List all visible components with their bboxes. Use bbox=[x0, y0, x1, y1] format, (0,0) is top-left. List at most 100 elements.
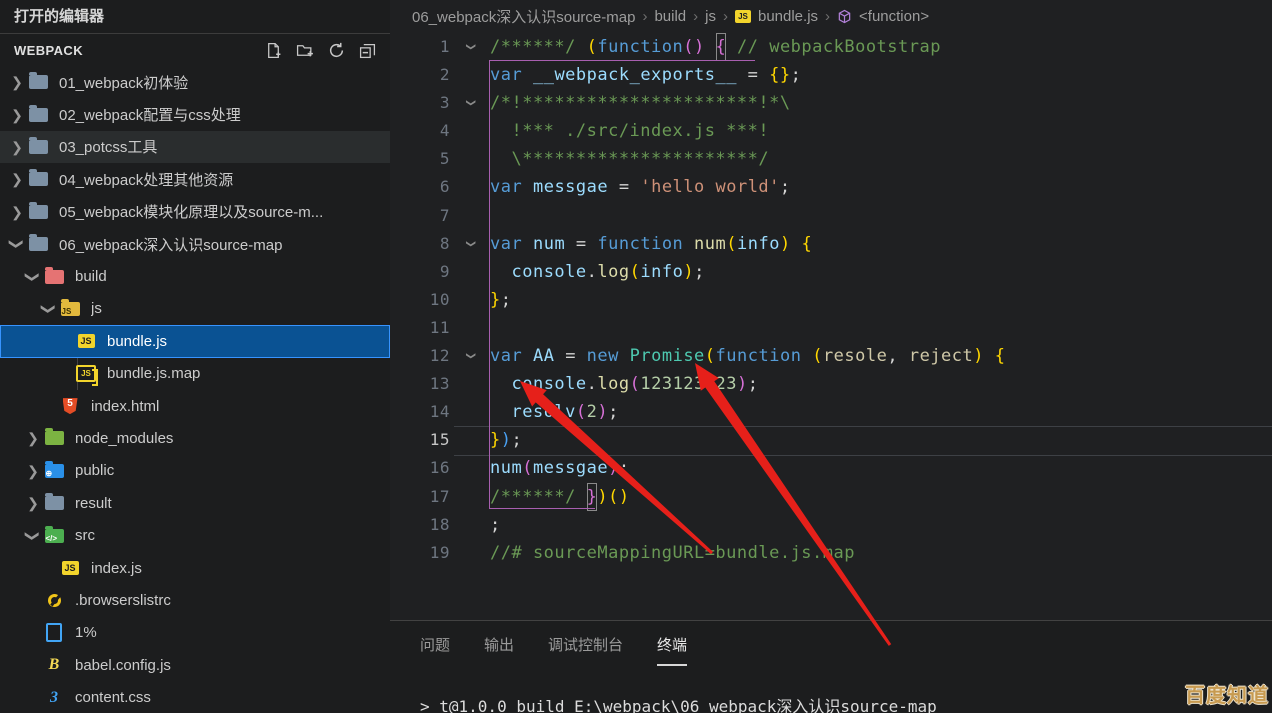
chevron-expanded-icon[interactable]: ❯ bbox=[26, 527, 40, 545]
code-line-5[interactable]: 5 \**********************/ bbox=[390, 145, 1272, 173]
chevron-collapsed-icon[interactable]: ❯ bbox=[8, 108, 26, 122]
panel-tab-输出[interactable]: 输出 bbox=[484, 634, 514, 666]
tree-item-iconwrap bbox=[42, 594, 66, 607]
chevron-collapsed-icon[interactable]: ❯ bbox=[8, 75, 26, 89]
code-line-11[interactable]: 11 bbox=[390, 314, 1272, 342]
line-number: 5 bbox=[390, 145, 450, 173]
line-number: 17 bbox=[390, 483, 450, 511]
line-number: 13 bbox=[390, 370, 450, 398]
code-token: messgae bbox=[533, 173, 608, 201]
code-line-4[interactable]: 4 !*** ./src/index.js ***! bbox=[390, 117, 1272, 145]
code-line-13[interactable]: 13 console.log(123123123); bbox=[390, 370, 1272, 398]
tree-item-iconwrap bbox=[26, 140, 50, 154]
breadcrumb-item-4[interactable]: bundle.js bbox=[758, 8, 818, 25]
code-editor[interactable]: 1❯/******/ (function() { // webpackBoots… bbox=[390, 33, 1272, 567]
code-token: ( bbox=[705, 342, 716, 370]
fold-chevron-icon[interactable]: ❯ bbox=[450, 33, 490, 61]
folder-js-icon: JS bbox=[61, 302, 80, 316]
code-token: ) bbox=[597, 398, 608, 426]
code-line-19[interactable]: 19//# sourceMappingURL=bundle.js.map bbox=[390, 539, 1272, 567]
webpack-section-header[interactable]: WEBPACK bbox=[0, 34, 390, 67]
tree-item-label: index.js bbox=[91, 560, 142, 577]
tree-item-index.html[interactable]: 5index.html bbox=[0, 390, 390, 422]
tree-item-js[interactable]: ❯JSjs bbox=[0, 293, 390, 325]
tree-item-iconwrap: </> bbox=[42, 529, 66, 543]
chevron-expanded-icon[interactable]: ❯ bbox=[10, 235, 24, 253]
collapse-all-icon[interactable] bbox=[359, 42, 376, 59]
tree-item-iconwrap bbox=[42, 431, 66, 445]
tree-item-index.js[interactable]: JSindex.js bbox=[0, 552, 390, 584]
tree-item-04_webpack处理其他资源[interactable]: ❯ 04_webpack处理其他资源 bbox=[0, 163, 390, 195]
code-line-12[interactable]: 12❯var AA = new Promise(function (resole… bbox=[390, 342, 1272, 370]
tree-item-content.css[interactable]: 3content.css bbox=[0, 681, 390, 713]
panel-tab-调试控制台[interactable]: 调试控制台 bbox=[548, 634, 623, 666]
tree-item-1%[interactable]: 1% bbox=[0, 617, 390, 649]
tree-item-06_webpack深入认识source-map[interactable]: ❯06_webpack深入认识source-map bbox=[0, 228, 390, 260]
code-line-9[interactable]: 9 console.log(info); bbox=[390, 258, 1272, 286]
code-line-3[interactable]: 3❯/*!**********************!*\ bbox=[390, 89, 1272, 117]
panel-tab-问题[interactable]: 问题 bbox=[420, 634, 450, 666]
tree-item-05_webpack模块化原理以及source-m...[interactable]: ❯05_webpack模块化原理以及source-m... bbox=[0, 196, 390, 228]
folder-badge: </> bbox=[46, 534, 58, 543]
new-file-icon[interactable] bbox=[265, 42, 282, 59]
code-token: var bbox=[490, 173, 522, 201]
refresh-icon[interactable] bbox=[328, 42, 345, 59]
code-line-18[interactable]: 18; bbox=[390, 511, 1272, 539]
code-line-10[interactable]: 10}; bbox=[390, 286, 1272, 314]
code-token: var bbox=[490, 230, 522, 258]
chevron-collapsed-icon[interactable]: ❯ bbox=[24, 496, 42, 510]
code-line-16[interactable]: 16num(messgae); bbox=[390, 454, 1272, 482]
code-token: ) bbox=[683, 258, 694, 286]
tree-item-label: .browserslistrc bbox=[75, 592, 171, 609]
chevron-collapsed-icon[interactable]: ❯ bbox=[8, 140, 26, 154]
tree-item-.browserslistrc[interactable]: .browserslistrc bbox=[0, 584, 390, 616]
tree-item-02_webpack配置与css处理[interactable]: ❯02_webpack配置与css处理 bbox=[0, 98, 390, 130]
breadcrumb-item-3[interactable]: js bbox=[705, 8, 716, 25]
code-line-2[interactable]: 2var __webpack_exports__ = {}; bbox=[390, 61, 1272, 89]
tree-item-src[interactable]: ❯</>src bbox=[0, 519, 390, 551]
line-number: 3 bbox=[390, 89, 450, 117]
code-line-7[interactable]: 7 bbox=[390, 202, 1272, 230]
breadcrumb-item-5[interactable]: <function> bbox=[859, 8, 929, 25]
code-token: ; bbox=[748, 370, 759, 398]
tree-item-03_potcss工具[interactable]: ❯03_potcss工具 bbox=[0, 131, 390, 163]
code-line-17[interactable]: 17/******/ })() bbox=[390, 483, 1272, 511]
code-line-1[interactable]: 1❯/******/ (function() { // webpackBoots… bbox=[390, 33, 1272, 61]
fold-chevron-icon[interactable]: ❯ bbox=[450, 89, 490, 117]
code-line-14[interactable]: 14 resolv(2); bbox=[390, 398, 1272, 426]
tree-item-build[interactable]: ❯build bbox=[0, 260, 390, 292]
chevron-collapsed-icon[interactable]: ❯ bbox=[8, 205, 26, 219]
tree-item-iconwrap: ⊕ bbox=[42, 464, 66, 478]
code-token: console bbox=[511, 370, 586, 398]
terminal-output[interactable]: > t@1.0.0 build E:\webpack\06 webpack深入认… bbox=[420, 693, 937, 713]
chevron-expanded-icon[interactable]: ❯ bbox=[42, 300, 56, 318]
code-token: Promise bbox=[630, 342, 705, 370]
breadcrumb-item-1[interactable]: 06_webpack深入认识source-map bbox=[412, 6, 635, 27]
tree-item-bundle.js.map[interactable]: JSbundle.js.map bbox=[0, 358, 390, 390]
tree-item-public[interactable]: ❯⊕public bbox=[0, 455, 390, 487]
code-token: ; bbox=[501, 286, 512, 314]
tree-item-result[interactable]: ❯result bbox=[0, 487, 390, 519]
tree-item-label: 04_webpack处理其他资源 bbox=[59, 169, 233, 190]
tree-item-01_webpack初体验[interactable]: ❯01_webpack初体验 bbox=[0, 66, 390, 98]
code-line-15[interactable]: 15}); bbox=[390, 426, 1272, 454]
code-line-6[interactable]: 6var messgae = 'hello world'; bbox=[390, 173, 1272, 201]
new-folder-icon[interactable] bbox=[296, 42, 314, 59]
open-editors-header[interactable]: 打开的编辑器 bbox=[0, 0, 390, 34]
panel-tabs: 问题 输出 调试控制台 终端 bbox=[390, 621, 1272, 666]
fold-chevron-icon[interactable]: ❯ bbox=[450, 230, 490, 258]
panel-tab-终端[interactable]: 终端 bbox=[657, 634, 687, 666]
chevron-collapsed-icon[interactable]: ❯ bbox=[24, 431, 42, 445]
tree-item-babel.config.js[interactable]: Bbabel.config.js bbox=[0, 649, 390, 681]
code-token: ; bbox=[619, 454, 630, 482]
fold-chevron-icon[interactable]: ❯ bbox=[450, 342, 490, 370]
breadcrumb-item-2[interactable]: build bbox=[654, 8, 686, 25]
js-map-file-icon: JS bbox=[76, 365, 96, 382]
folder-icon bbox=[29, 172, 48, 186]
chevron-collapsed-icon[interactable]: ❯ bbox=[8, 172, 26, 186]
tree-item-node_modules[interactable]: ❯node_modules bbox=[0, 422, 390, 454]
tree-item-bundle.js[interactable]: JSbundle.js bbox=[0, 325, 390, 357]
code-line-8[interactable]: 8❯var num = function num(info) { bbox=[390, 230, 1272, 258]
chevron-collapsed-icon[interactable]: ❯ bbox=[24, 464, 42, 478]
chevron-expanded-icon[interactable]: ❯ bbox=[26, 268, 40, 286]
